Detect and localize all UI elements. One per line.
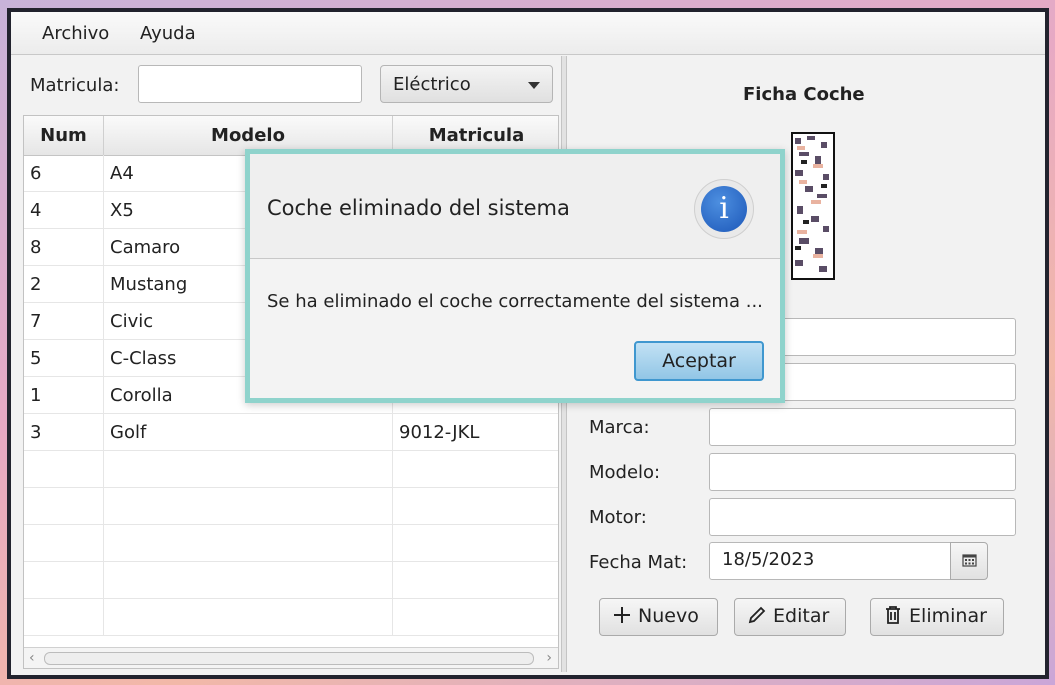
modelo-input[interactable] xyxy=(709,453,1016,491)
accept-button[interactable]: Aceptar xyxy=(634,341,764,381)
cell-matricula: 9012-JKL xyxy=(399,422,480,443)
cell-num: 3 xyxy=(24,414,104,451)
marca-input[interactable] xyxy=(709,408,1016,446)
cell-num: 7 xyxy=(24,303,104,340)
dialog-header-text: Coche eliminado del sistema xyxy=(267,196,570,220)
eliminar-button-label: Eliminar xyxy=(909,605,987,627)
dialog-header: Coche eliminado del sistema i xyxy=(250,154,780,259)
plus-icon xyxy=(614,607,630,623)
modelo-label: Modelo: xyxy=(589,462,661,483)
editar-button[interactable]: Editar xyxy=(734,598,846,636)
cell-modelo: Golf xyxy=(104,414,393,451)
dialog-message: Se ha eliminado el coche correctamente d… xyxy=(267,291,763,312)
matricula-filter-label: Matricula: xyxy=(30,75,120,96)
cell-num: 1 xyxy=(24,377,104,414)
nuevo-button[interactable]: Nuevo xyxy=(599,598,718,636)
cell-num: 2 xyxy=(24,266,104,303)
motor-type-combo-value: Eléctrico xyxy=(393,74,471,95)
motor-type-combo[interactable]: Eléctrico xyxy=(380,65,553,103)
table-row[interactable]: 3 Golf 9012-JKL xyxy=(24,414,558,451)
table-row-empty xyxy=(24,451,558,488)
horizontal-scrollbar[interactable]: ‹ › xyxy=(24,647,558,668)
scroll-left-icon[interactable]: ‹ xyxy=(29,650,35,666)
editar-button-label: Editar xyxy=(773,605,830,627)
menu-bar: Archivo Ayuda xyxy=(11,12,1045,55)
scrollbar-thumb[interactable] xyxy=(44,652,534,665)
pencil-icon xyxy=(748,606,766,624)
matricula-filter-input[interactable] xyxy=(138,65,362,103)
scroll-right-icon[interactable]: › xyxy=(546,650,552,666)
cell-num: 5 xyxy=(24,340,104,377)
car-image xyxy=(791,132,835,280)
cell-num: 4 xyxy=(24,192,104,229)
calendar-icon xyxy=(962,554,977,567)
motor-input[interactable] xyxy=(709,498,1016,536)
cell-num: 6 xyxy=(24,155,104,192)
nuevo-button-label: Nuevo xyxy=(638,605,699,627)
table-row-empty xyxy=(24,562,558,599)
form-title: Ficha Coche xyxy=(743,84,865,105)
fecha-mat-input[interactable]: 18/5/2023 xyxy=(709,542,951,580)
menu-archivo[interactable]: Archivo xyxy=(42,23,109,44)
fecha-mat-label: Fecha Mat: xyxy=(589,552,688,573)
table-row-empty xyxy=(24,488,558,525)
table-row-empty xyxy=(24,599,558,636)
table-row-empty xyxy=(24,525,558,562)
info-dialog[interactable]: Coche eliminado del sistema i Se ha elim… xyxy=(245,149,785,403)
eliminar-button[interactable]: Eliminar xyxy=(870,598,1004,636)
column-header-num[interactable]: Num xyxy=(24,116,104,155)
cell-num: 8 xyxy=(24,229,104,266)
trash-icon xyxy=(886,606,900,624)
chevron-down-icon xyxy=(528,82,540,89)
marca-label: Marca: xyxy=(589,417,650,438)
motor-label: Motor: xyxy=(589,507,647,528)
info-icon: i xyxy=(694,179,754,239)
menu-ayuda[interactable]: Ayuda xyxy=(140,23,196,44)
date-picker-button[interactable] xyxy=(950,542,988,580)
